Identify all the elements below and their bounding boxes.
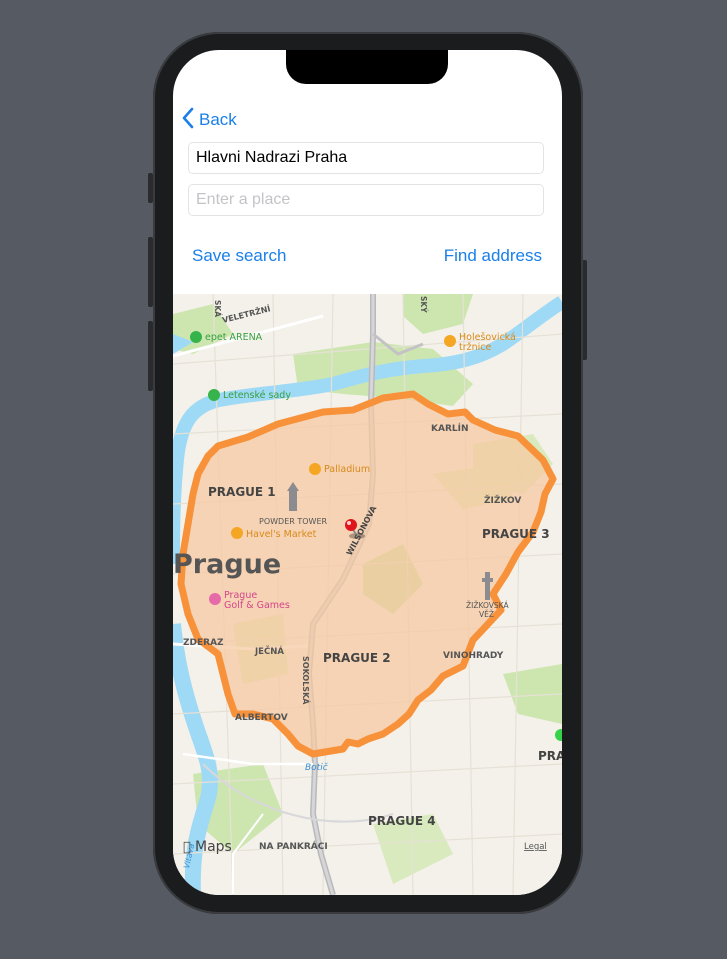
poi-label-golf-2: Golf & Games xyxy=(224,600,290,611)
district-label-prague2: PRAGUE 2 xyxy=(323,651,391,665)
street-label-ska: SKÁ xyxy=(213,300,222,317)
poi-label-havels: Havel's Market xyxy=(246,529,317,540)
market-icon xyxy=(444,335,456,347)
maps-attribution-text: Maps xyxy=(195,839,232,855)
neighborhood-label-zizkov: ŽIŽKOV xyxy=(484,494,521,506)
neighborhood-label-albertov: ALBERTOV xyxy=(235,713,288,723)
neighborhood-label-karlin: KARLÍN xyxy=(431,422,469,434)
maps-attribution:  Maps xyxy=(183,839,232,855)
app-screen: Back Save search Find address xyxy=(173,50,562,895)
chevron-left-icon xyxy=(181,107,195,134)
poi-label-palladium: Palladium xyxy=(324,464,370,475)
city-label: Prague xyxy=(173,549,281,580)
shopping-icon-havel xyxy=(231,527,243,539)
park-icon xyxy=(208,389,220,401)
shopping-icon xyxy=(309,463,321,475)
poi-label-arena: epet ARENA xyxy=(205,332,263,343)
arena-icon xyxy=(190,331,202,343)
poi-label-holesovicka-2: tržnice xyxy=(459,342,492,353)
poi-label-powder-tower: POWDER TOWER xyxy=(259,517,327,526)
origin-field[interactable] xyxy=(188,142,544,174)
map-canvas[interactable]: VELETRŽNÍ epet ARENA Holešovická tržnice… xyxy=(173,294,562,895)
notch xyxy=(286,50,448,84)
find-address-button[interactable]: Find address xyxy=(444,246,542,266)
neighborhood-label-zderaz: ZDERAZ xyxy=(183,638,224,648)
street-label-sokolska: SOKOLSKÁ xyxy=(301,656,312,705)
poi-label-letenske: Letenské sady xyxy=(223,390,291,401)
poi-label-tv-tower-1: ŽIŽKOVSKÁ xyxy=(466,601,509,610)
district-label-prague3: PRAGUE 3 xyxy=(482,527,550,541)
street-label-sky: SKÝ xyxy=(419,296,428,313)
district-label-prague4: PRAGUE 4 xyxy=(368,814,436,828)
neighborhood-label-na-pankraci: NA PANKRÁCI xyxy=(259,840,328,852)
destination-field[interactable] xyxy=(188,184,544,216)
golf-icon xyxy=(209,593,221,605)
svg-text::  xyxy=(183,840,191,855)
map-view[interactable]: VELETRŽNÍ epet ARENA Holešovická tržnice… xyxy=(173,294,562,895)
district-label-prague1: PRAGUE 1 xyxy=(208,485,276,499)
save-search-button[interactable]: Save search xyxy=(192,246,287,266)
district-label-pra: PRA xyxy=(538,749,562,763)
back-button[interactable]: Back xyxy=(181,107,237,134)
legal-link[interactable]: Legal xyxy=(524,842,547,852)
street-label-jecna: JEČNÁ xyxy=(254,645,284,657)
neighborhood-label-vinohrady: VINOHRADY xyxy=(443,651,504,661)
poi-label-tv-tower-2: VĚŽ xyxy=(479,610,494,619)
back-label: Back xyxy=(199,110,237,129)
water-label-botic: Botič xyxy=(305,762,329,773)
